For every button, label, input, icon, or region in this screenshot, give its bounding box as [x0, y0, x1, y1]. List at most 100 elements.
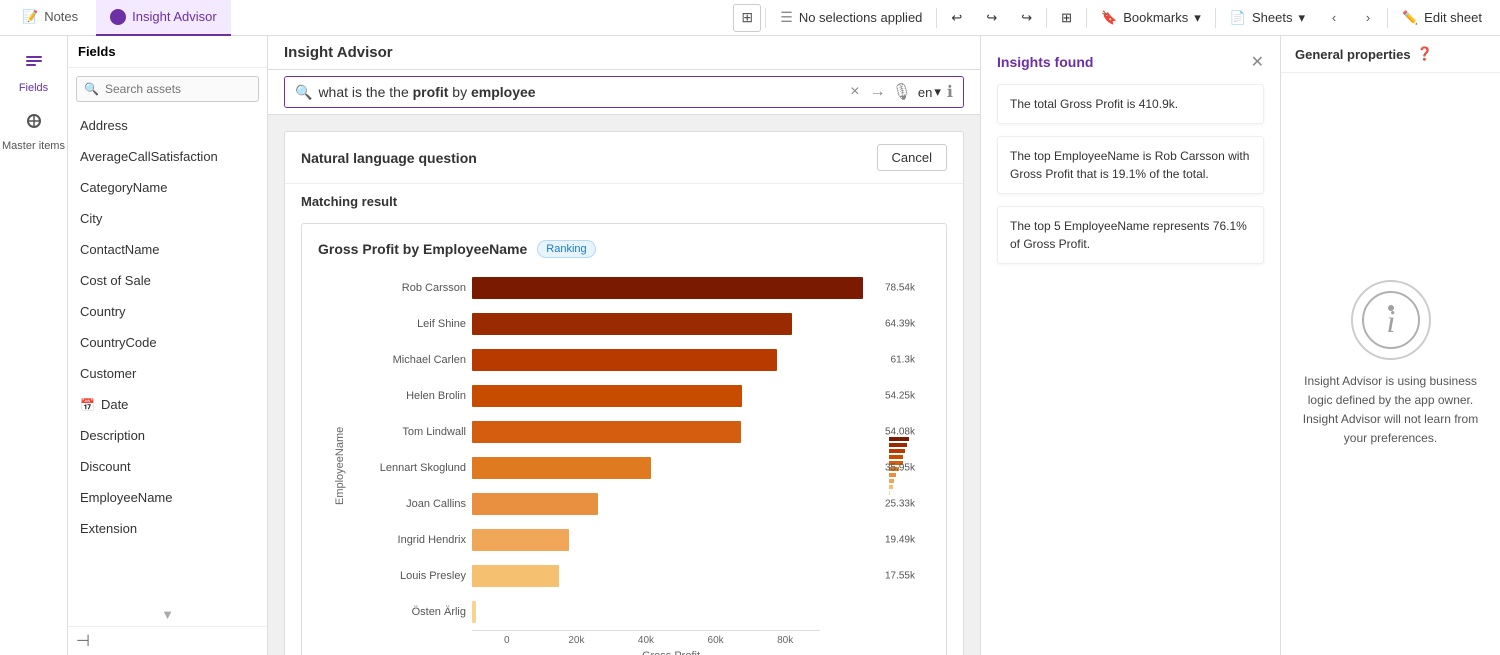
chart-title-row: Gross Profit by EmployeeName Ranking [318, 240, 930, 258]
bar-container: 25.33k [472, 493, 870, 515]
redo-btn[interactable]: ↪ [976, 0, 1007, 36]
field-item-countrycode[interactable]: CountryCode [68, 327, 267, 358]
field-item-contactname[interactable]: ContactName [68, 234, 267, 265]
undo2-btn[interactable]: ↪ [1011, 0, 1042, 36]
search-info-btn[interactable]: ℹ [947, 82, 953, 102]
fields-label: Fields [19, 82, 48, 94]
field-item-city[interactable]: City [68, 203, 267, 234]
divider6 [1387, 8, 1388, 28]
field-item-address[interactable]: Address [68, 110, 267, 141]
field-item-discount[interactable]: Discount [68, 451, 267, 482]
info-circle-svg: i [1361, 290, 1421, 350]
insight-item-1: The top EmployeeName is Rob Carsson with… [997, 136, 1264, 194]
bar-fill [472, 529, 569, 551]
bar-fill [472, 313, 792, 335]
search-bar-wrapper: 🔍 what is the the profit by employee × →… [268, 70, 980, 115]
bar-row: Louis Presley 17.55k [356, 558, 870, 594]
edit-sheet-btn[interactable]: ✏️ Edit sheet [1392, 0, 1492, 36]
matching-result-label: Matching result [301, 194, 397, 209]
sidebar-item-master-items[interactable]: Master items [0, 102, 67, 160]
bookmarks-btn[interactable]: 🔖 Bookmarks ▾ [1091, 0, 1211, 36]
bar-row: Joan Callins 25.33k [356, 486, 870, 522]
bar-row: Östen Ärlig [356, 594, 870, 630]
edit-label: Edit sheet [1424, 10, 1482, 25]
left-sidebar: Fields Master items [0, 36, 68, 655]
bar-label: Ingrid Hendrix [356, 534, 466, 546]
tab-insight-advisor[interactable]: Insight Advisor [96, 0, 231, 36]
bar-label: Östen Ärlig [356, 606, 466, 618]
center-section: Insight Advisor 🔍 what is the the profit… [268, 36, 1280, 655]
search-lang-selector[interactable]: en ▾ [918, 84, 941, 100]
bar-row: Lennart Skoglund 35.95k [356, 450, 870, 486]
next-sheet-btn[interactable]: › [1353, 3, 1383, 33]
divider [765, 8, 766, 28]
divider5 [1215, 8, 1216, 28]
field-item-categoryname[interactable]: CategoryName [68, 172, 267, 203]
insight-text-2: The top 5 EmployeeName represents 76.1% … [1010, 219, 1247, 251]
bar-fill [472, 385, 742, 407]
insights-header: Insights found ✕ [997, 52, 1264, 72]
search-assets-icon: 🔍 [84, 82, 99, 96]
bookmarks-label: Bookmarks [1123, 10, 1188, 25]
bar-value: 61.3k [891, 355, 915, 366]
search-mic-btn[interactable]: 🎙 [892, 82, 912, 102]
field-item-customer[interactable]: Customer [68, 358, 267, 389]
bar-label: Tom Lindwall [356, 426, 466, 438]
scroll-down-indicator: ▼ [68, 603, 267, 626]
ia-header: Insight Advisor [268, 36, 980, 70]
field-item-description[interactable]: Description [68, 420, 267, 451]
bookmarks-chevron: ▾ [1194, 10, 1201, 26]
sheets-btn[interactable]: 📄 Sheets ▾ [1220, 0, 1315, 36]
undo-btn[interactable]: ↩ [941, 0, 972, 36]
bar-label: Helen Brolin [356, 390, 466, 402]
ranking-badge: Ranking [537, 240, 595, 258]
bar-chart: EmployeeName Rob Carsson 78.54k Leif Shi… [318, 270, 930, 655]
bar-fill [472, 565, 559, 587]
bar-fill [472, 601, 476, 623]
center-main: Insight Advisor 🔍 what is the the profit… [268, 36, 980, 655]
calendar-icon: 📅 [80, 398, 95, 412]
search-submit-btn[interactable]: → [870, 83, 886, 101]
insight-advisor-tab-icon [110, 9, 126, 25]
field-item-costofsale[interactable]: Cost of Sale [68, 265, 267, 296]
gen-props-title: General properties [1295, 47, 1411, 62]
search-icon: 🔍 [295, 84, 312, 101]
tab-notes-label: Notes [44, 9, 78, 24]
fields-panel-header: Fields [68, 36, 267, 68]
fields-list: Address AverageCallSatisfaction Category… [68, 110, 267, 603]
insights-close-btn[interactable]: ✕ [1251, 52, 1264, 72]
field-item-extension[interactable]: Extension [68, 513, 267, 544]
chart-card: Gross Profit by EmployeeName Ranking Emp… [301, 223, 947, 655]
x-axis-label: Gross Profit [472, 650, 870, 655]
expand-icon[interactable]: ⊣ [76, 631, 90, 651]
bar-value: 54.08k [885, 427, 915, 438]
bar-container: 78.54k [472, 277, 870, 299]
gen-props-help-icon[interactable]: ❓ [1417, 46, 1433, 62]
main-layout: Fields Master items Fields 🔍 Address Ave… [0, 36, 1500, 655]
fields-icon [23, 52, 45, 79]
sidebar-item-fields[interactable]: Fields [0, 44, 67, 102]
prev-sheet-btn[interactable]: ‹ [1319, 3, 1349, 33]
capture-icon-btn[interactable]: ⊞ [733, 4, 761, 32]
matching-result-header: Matching result [285, 184, 963, 215]
cancel-button[interactable]: Cancel [877, 144, 947, 171]
grid-icon-btn[interactable]: ⊞ [1051, 0, 1082, 36]
nlq-title: Natural language question [301, 150, 477, 166]
bar-row: Rob Carsson 78.54k [356, 270, 870, 306]
field-item-country[interactable]: Country [68, 296, 267, 327]
field-item-averagecall[interactable]: AverageCallSatisfaction [68, 141, 267, 172]
bar-container [472, 601, 870, 623]
field-item-date[interactable]: 📅 Date [68, 389, 267, 420]
selections-applied: ☰ No selections applied [770, 0, 932, 36]
bar-fill [472, 349, 777, 371]
search-assets-input[interactable] [76, 76, 259, 102]
field-item-employeename[interactable]: EmployeeName [68, 482, 267, 513]
bar-label: Rob Carsson [356, 282, 466, 294]
bar-label: Joan Callins [356, 498, 466, 510]
bar-value: 64.39k [885, 319, 915, 330]
search-clear-btn[interactable]: × [846, 83, 863, 101]
tab-notes[interactable]: 📝 Notes [8, 0, 92, 36]
bar-value: 35.95k [885, 463, 915, 474]
search-query: what is the the profit by employee [318, 84, 840, 100]
nlq-section: Natural language question Cancel Matchin… [284, 131, 964, 655]
